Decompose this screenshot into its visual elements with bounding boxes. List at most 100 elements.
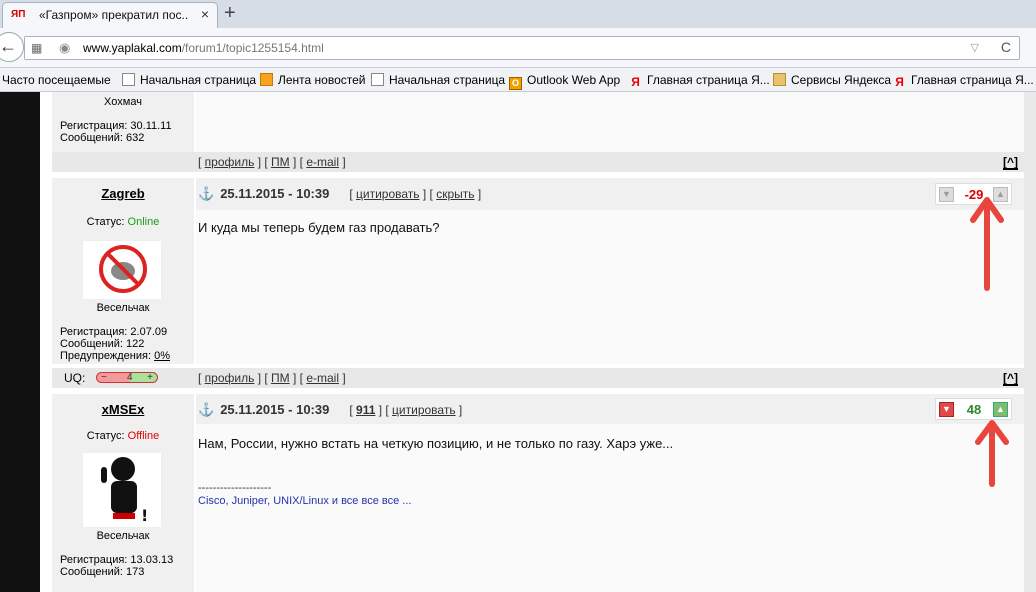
user-rank: Весельчак bbox=[96, 302, 150, 314]
url-text[interactable]: www.yaplakal.com/forum1/topic1255154.htm… bbox=[83, 41, 324, 55]
red-arrow-icon bbox=[970, 197, 1004, 291]
uq-plus-icon[interactable]: + bbox=[147, 373, 153, 383]
post-header: Zagreb ⚓ 25.11.2015 - 10:39[ цитировать ]… bbox=[52, 178, 1024, 210]
bookmark-home-2[interactable]: Начальная страница bbox=[371, 73, 505, 87]
pm-link[interactable]: ПМ bbox=[271, 371, 290, 385]
bookmarks-bar: Часто посещаемые Начальная страница Лент… bbox=[0, 68, 1036, 92]
reload-icon[interactable]: C bbox=[1001, 39, 1011, 55]
anchor-icon[interactable]: ⚓ bbox=[198, 402, 214, 417]
bookmark-home-1[interactable]: Начальная страница bbox=[122, 73, 256, 87]
bookmark-label: Главная страница Я... bbox=[647, 73, 770, 87]
to-top-button[interactable]: [^] bbox=[1003, 156, 1018, 170]
user-messages: Сообщений: 632 bbox=[60, 132, 145, 144]
warnings-link[interactable]: 0% bbox=[154, 350, 170, 362]
to-top-button[interactable]: [^] bbox=[1003, 372, 1018, 386]
avatar: ! bbox=[82, 452, 162, 528]
red-arrow-icon bbox=[975, 420, 1009, 487]
hide-link[interactable]: скрыть bbox=[436, 187, 474, 201]
bookmark-most-visited[interactable]: Часто посещаемые bbox=[2, 73, 111, 87]
bookmark-label: Начальная страница bbox=[389, 73, 506, 87]
post-date: ⚓ 25.11.2015 - 10:39[ цитировать ] [ скры… bbox=[198, 186, 482, 201]
pm-link[interactable]: ПМ bbox=[271, 155, 290, 169]
reply-count-link[interactable]: 911 bbox=[356, 403, 375, 417]
post-body: Статус: Online Весельчак Регистрация: 2.… bbox=[52, 210, 1024, 364]
post-links: [ профиль ] [ ПМ ] [ e-mail ] bbox=[198, 371, 346, 385]
svg-text:!: ! bbox=[141, 506, 148, 525]
user-panel: Статус: Offline ! Весельчак Регистрация:… bbox=[52, 424, 194, 592]
folder-icon bbox=[773, 73, 786, 86]
thumbs-down-icon[interactable]: ▼ bbox=[939, 187, 954, 202]
user-registration: Регистрация: 13.03.13 bbox=[60, 554, 174, 566]
post-rating: ▼ 48 ▲ bbox=[935, 398, 1012, 420]
bookmark-yandex-home-2[interactable]: Я Главная страница Я... bbox=[893, 73, 1034, 90]
thumbs-up-icon[interactable]: ▲ bbox=[993, 402, 1008, 417]
bookmark-label: Начальная страница bbox=[140, 73, 257, 87]
globe-icon[interactable]: ◉ bbox=[59, 40, 70, 56]
bookmark-yandex-home-1[interactable]: Я Главная страница Я... bbox=[629, 73, 770, 90]
page-icon bbox=[122, 73, 135, 86]
back-button[interactable]: ← bbox=[0, 32, 24, 62]
uq-label: UQ: bbox=[64, 371, 86, 385]
user-nick[interactable]: xMSEx bbox=[52, 402, 194, 417]
rating-value: 48 bbox=[966, 402, 982, 417]
post-body: Статус: Offline ! Весельчак Регистрация:… bbox=[52, 424, 1024, 592]
rss-icon bbox=[260, 73, 273, 86]
user-registration: Регистрация: 2.07.09 bbox=[60, 326, 168, 338]
prev-user-panel: Хохмач Регистрация: 30.11.11 Сообщений: … bbox=[52, 92, 194, 152]
bookmark-yandex-services[interactable]: Сервисы Яндекса bbox=[773, 73, 891, 87]
user-messages: Сообщений: 122 bbox=[60, 338, 145, 350]
scrollbar[interactable] bbox=[1024, 92, 1036, 592]
bookmark-label: Лента новостей bbox=[278, 73, 366, 87]
yandex-icon: Я bbox=[895, 75, 904, 89]
signature-text: Cisco, Juniper, UNIX/Linux и все все все… bbox=[198, 495, 412, 507]
forum-content: Хохмач Регистрация: 30.11.11 Сообщений: … bbox=[40, 92, 1036, 592]
post-text: Нам, России, нужно встать на четкую пози… bbox=[198, 436, 674, 451]
browser-tab[interactable]: ЯП «Газпром» прекратил пос... × bbox=[2, 2, 218, 28]
avatar bbox=[82, 240, 162, 300]
user-status: Статус: Online bbox=[86, 216, 160, 228]
prev-post: Хохмач Регистрация: 30.11.11 Сообщений: … bbox=[52, 92, 1024, 152]
uq-value: 4 bbox=[127, 372, 133, 383]
profile-link[interactable]: профиль bbox=[205, 155, 255, 169]
user-registration: Регистрация: 30.11.11 bbox=[60, 120, 172, 132]
tab-title: «Газпром» прекратил пос... bbox=[39, 8, 189, 22]
post-footer: UQ: − 4 + [ профиль ] [ ПМ ] [ e-mail ] [^… bbox=[52, 368, 1024, 388]
bookmark-label: Outlook Web App bbox=[527, 73, 621, 87]
yaplakal-favicon-icon: ЯП bbox=[11, 9, 26, 20]
no-sign-avatar-icon bbox=[99, 245, 147, 293]
quote-link[interactable]: цитировать bbox=[392, 403, 456, 417]
bookmark-label: Часто посещаемые bbox=[2, 73, 111, 87]
address-bar[interactable]: ▦ ◉ www.yaplakal.com/forum1/topic1255154… bbox=[24, 36, 1020, 60]
user-status: Статус: Offline bbox=[86, 430, 160, 442]
email-link[interactable]: e-mail bbox=[306, 371, 339, 385]
navigation-bar: ▦ ◉ www.yaplakal.com/forum1/topic1255154… bbox=[0, 28, 1036, 68]
bookmark-label: Сервисы Яндекса bbox=[791, 73, 892, 87]
new-tab-button[interactable]: + bbox=[224, 2, 236, 24]
bookmark-outlook[interactable]: O Outlook Web App bbox=[509, 73, 620, 90]
profile-link[interactable]: профиль bbox=[205, 371, 255, 385]
post-text: И куда мы теперь будем газ продавать? bbox=[198, 220, 440, 235]
user-nick[interactable]: Zagreb bbox=[52, 186, 194, 201]
post-date: ⚓ 25.11.2015 - 10:39[ 911 ] [ цитировать … bbox=[198, 402, 463, 417]
tab-bar: ЯП «Газпром» прекратил пос... × + bbox=[0, 0, 1036, 28]
biker-avatar-icon: ! bbox=[101, 457, 148, 525]
quote-link[interactable]: цитировать bbox=[356, 187, 420, 201]
uq-meter[interactable]: − 4 + bbox=[96, 372, 158, 383]
bookmark-label: Главная страница Я... bbox=[911, 73, 1034, 87]
page-icon bbox=[371, 73, 384, 86]
post-header: xMSEx ⚓ 25.11.2015 - 10:39[ 911 ] [ цитир… bbox=[52, 394, 1024, 424]
close-icon[interactable]: × bbox=[201, 6, 209, 22]
user-messages: Сообщений: 173 bbox=[60, 566, 145, 578]
bookmark-news-feed[interactable]: Лента новостей bbox=[260, 73, 366, 87]
left-panel bbox=[0, 92, 40, 592]
dropdown-arrow-icon[interactable]: ▽ bbox=[971, 41, 979, 54]
grid-icon[interactable]: ▦ bbox=[31, 41, 42, 55]
outlook-icon: O bbox=[509, 77, 522, 90]
yandex-icon: Я bbox=[631, 75, 640, 89]
anchor-icon[interactable]: ⚓ bbox=[198, 186, 214, 201]
thumbs-down-icon[interactable]: ▼ bbox=[939, 402, 954, 417]
post-links: [ профиль ] [ ПМ ] [ e-mail ] bbox=[198, 155, 346, 169]
uq-minus-icon[interactable]: − bbox=[101, 373, 107, 383]
user-warnings: Предупреждения: 0% bbox=[60, 350, 170, 362]
email-link[interactable]: e-mail bbox=[306, 155, 339, 169]
